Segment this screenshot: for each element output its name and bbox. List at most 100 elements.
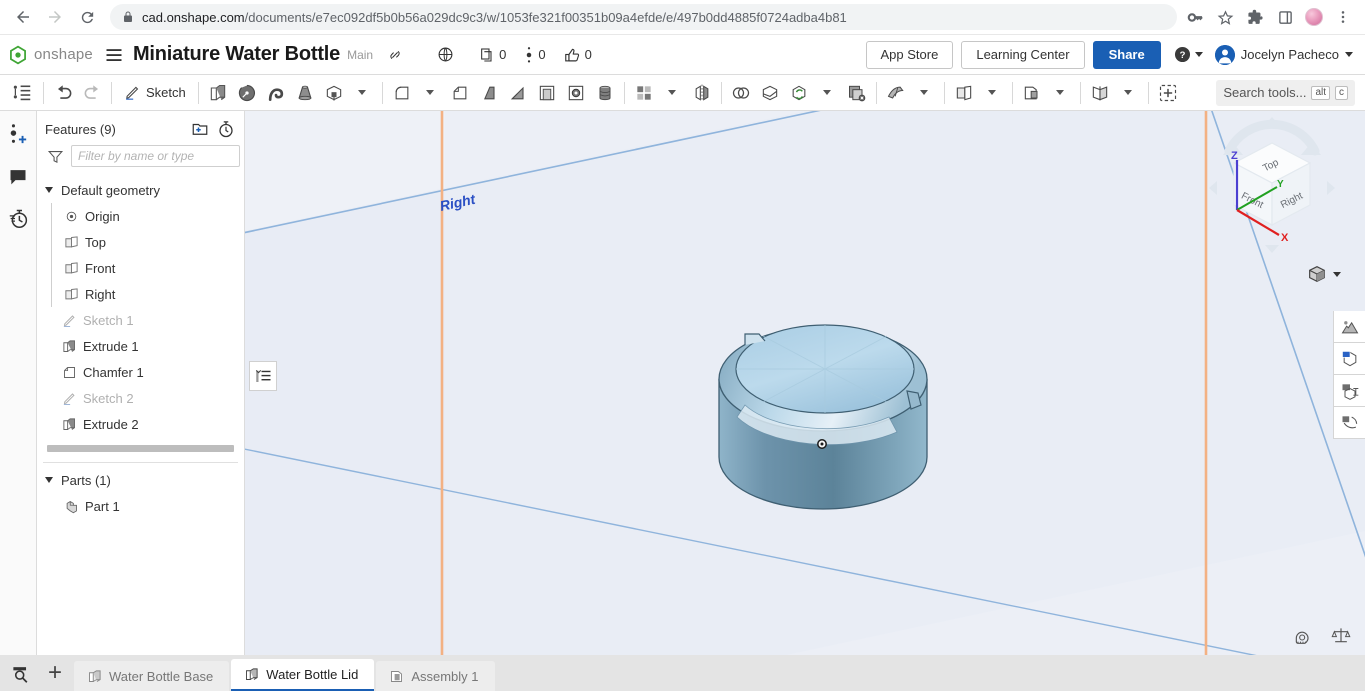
link-icon[interactable] xyxy=(383,43,407,67)
tree-group-parts[interactable]: Parts (1) xyxy=(37,467,244,493)
assembly-feature-dropdown[interactable] xyxy=(1115,78,1143,108)
tree-group-default-geometry[interactable]: Default geometry xyxy=(37,177,244,203)
tab-search-icon[interactable] xyxy=(4,655,36,691)
search-tools-input[interactable]: Search tools... alt c xyxy=(1216,79,1355,106)
appearance-icon[interactable] xyxy=(1334,343,1365,375)
filter-input[interactable] xyxy=(71,145,240,167)
tree-item-sketch-1[interactable]: Sketch 1 xyxy=(37,307,244,333)
sketch-button[interactable]: Sketch xyxy=(117,78,193,108)
hole-icon[interactable] xyxy=(562,78,590,108)
key-icon[interactable] xyxy=(1185,7,1205,27)
browser-forward-button[interactable] xyxy=(40,2,70,32)
view-cube[interactable]: Top Front Right Z Y X xyxy=(1207,115,1337,260)
pattern-icon[interactable] xyxy=(630,78,658,108)
add-folder-icon[interactable] xyxy=(190,119,210,139)
derive-dropdown[interactable] xyxy=(1047,78,1075,108)
transform-dropdown[interactable] xyxy=(814,78,842,108)
main-body: Features (9) Default geometry xyxy=(0,111,1365,655)
thicken-icon[interactable] xyxy=(320,78,348,108)
feature-tree-icon[interactable] xyxy=(4,78,38,108)
rib-icon[interactable] xyxy=(504,78,532,108)
loft-icon[interactable] xyxy=(291,78,319,108)
profile-avatar[interactable] xyxy=(1305,8,1323,26)
redo-icon[interactable] xyxy=(78,78,106,108)
split-icon[interactable] xyxy=(756,78,784,108)
undo-icon[interactable] xyxy=(49,78,77,108)
browser-back-button[interactable] xyxy=(8,2,38,32)
likes-stat[interactable]: 0 xyxy=(564,46,592,63)
learning-center-button[interactable]: Learning Center xyxy=(961,40,1085,69)
render-icon[interactable] xyxy=(1334,311,1365,343)
tree-item-origin[interactable]: Origin xyxy=(37,203,244,229)
origin-icon xyxy=(63,208,79,224)
versions-stat[interactable]: 0 xyxy=(524,46,546,64)
assembly-feature-icon[interactable] xyxy=(1086,78,1114,108)
browser-reload-button[interactable] xyxy=(72,2,102,32)
assembly-icon xyxy=(388,668,404,684)
tab-water-bottle-lid[interactable]: Water Bottle Lid xyxy=(231,659,375,691)
tab-label: Assembly 1 xyxy=(411,668,479,684)
document-branch[interactable]: Main xyxy=(347,48,373,62)
thread-icon[interactable] xyxy=(591,78,619,108)
sheet-metal-dropdown[interactable] xyxy=(911,78,939,108)
transform-icon[interactable] xyxy=(785,78,813,108)
extrude-dropdown[interactable] xyxy=(349,78,377,108)
star-icon[interactable] xyxy=(1215,7,1235,27)
fillet-dropdown[interactable] xyxy=(417,78,445,108)
user-menu[interactable]: Jocelyn Pacheco xyxy=(1214,44,1353,65)
chamfer-icon[interactable] xyxy=(446,78,474,108)
shell-icon[interactable] xyxy=(533,78,561,108)
chrome-menu-icon[interactable] xyxy=(1333,7,1353,27)
hamburger-menu-icon[interactable] xyxy=(101,42,127,68)
extensions-icon[interactable] xyxy=(1245,7,1265,27)
display-list-icon[interactable] xyxy=(249,361,277,391)
display-state-icon[interactable] xyxy=(1334,375,1365,407)
pattern-dropdown[interactable] xyxy=(659,78,687,108)
view-mode-selector[interactable] xyxy=(1306,263,1341,285)
tree-item-right[interactable]: Right xyxy=(37,281,244,307)
versions-branch-icon[interactable] xyxy=(5,121,31,147)
mass-properties-icon[interactable] xyxy=(1331,625,1351,645)
onshape-logo[interactable]: onshape xyxy=(8,45,93,65)
app-store-button[interactable]: App Store xyxy=(865,40,954,69)
document-title[interactable]: Miniature Water Bottle xyxy=(133,43,340,66)
rollback-bar[interactable] xyxy=(47,445,234,452)
tree-item-top[interactable]: Top xyxy=(37,229,244,255)
sheet-metal-icon[interactable] xyxy=(882,78,910,108)
tree-item-extrude-1[interactable]: Extrude 1 xyxy=(37,333,244,359)
mirror-icon[interactable] xyxy=(688,78,716,108)
comments-icon[interactable] xyxy=(5,163,31,189)
plane-dropdown[interactable] xyxy=(979,78,1007,108)
fillet-icon[interactable] xyxy=(388,78,416,108)
select-icon[interactable] xyxy=(1154,78,1182,108)
rollback-timer-icon[interactable] xyxy=(216,119,236,139)
tab-assembly-1[interactable]: Assembly 1 xyxy=(376,661,495,691)
browser-address-bar[interactable]: cad.onshape.com/documents/e7ec092df5b0b5… xyxy=(110,4,1177,30)
share-button[interactable]: Share xyxy=(1092,40,1161,69)
tree-item-front[interactable]: Front xyxy=(37,255,244,281)
help-menu[interactable]: ? xyxy=(1173,45,1203,64)
boolean-icon[interactable] xyxy=(727,78,755,108)
delete-part-icon[interactable] xyxy=(843,78,871,108)
globe-icon[interactable] xyxy=(433,43,457,67)
revolve-icon[interactable] xyxy=(233,78,261,108)
derive-icon[interactable] xyxy=(1018,78,1046,108)
tree-item-chamfer-1[interactable]: Chamfer 1 xyxy=(37,359,244,385)
add-tab-button[interactable]: + xyxy=(38,655,72,691)
sweep-icon[interactable] xyxy=(262,78,290,108)
3d-viewport[interactable]: Right Top Right Z Y X xyxy=(245,111,1365,655)
copies-stat[interactable]: 0 xyxy=(479,47,506,63)
tree-item-extrude-2[interactable]: Extrude 2 xyxy=(37,411,244,437)
tree-item-label: Sketch 1 xyxy=(83,312,134,328)
tree-item-part-1[interactable]: Part 1 xyxy=(37,493,244,519)
plane-icon[interactable] xyxy=(950,78,978,108)
history-icon[interactable] xyxy=(5,205,31,231)
section-icon[interactable] xyxy=(1334,407,1365,439)
draft-icon[interactable] xyxy=(475,78,503,108)
sketch-icon xyxy=(126,86,139,100)
measure-icon[interactable] xyxy=(1293,625,1313,645)
sidepanel-icon[interactable] xyxy=(1275,7,1295,27)
tab-water-bottle-base[interactable]: Water Bottle Base xyxy=(74,661,230,691)
tree-item-sketch-2[interactable]: Sketch 2 xyxy=(37,385,244,411)
extrude-icon[interactable] xyxy=(204,78,232,108)
